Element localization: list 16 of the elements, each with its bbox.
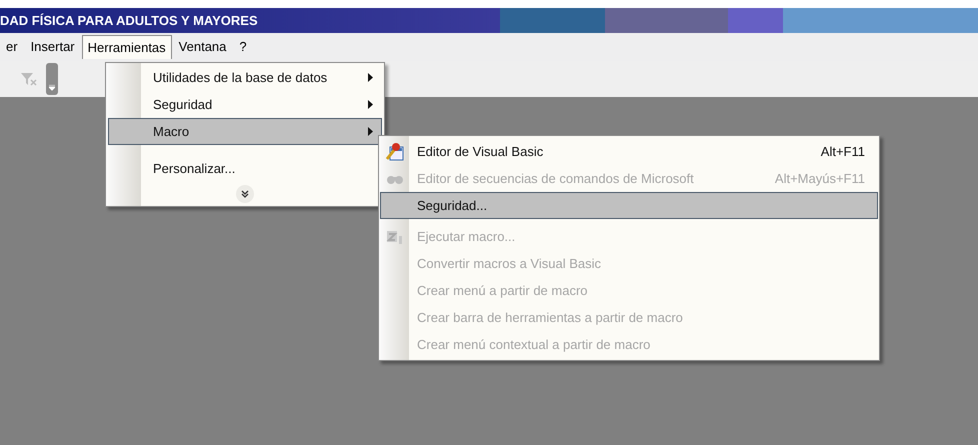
menu-item[interactable]: Macro [108,118,382,145]
menu-item[interactable]: Seguridad [108,91,382,118]
menu-item[interactable]: Ventana [172,34,232,60]
menu-item[interactable]: Personalizar... [108,155,382,182]
menu-item[interactable]: er [0,34,24,60]
window-title: DAD FÍSICA PARA ADULTOS Y MAYORES [0,12,258,30]
menu-item[interactable]: Editor de Visual Basic Alt+F11 [380,138,878,165]
menu-item[interactable]: Insertar [24,34,81,60]
menu-item[interactable]: Utilidades de la base de datos [108,64,382,91]
run-macro-icon [386,228,404,244]
menu-item[interactable]: ? [233,34,253,60]
editor-icon [385,142,405,162]
menu-item[interactable]: Herramientas [82,34,172,60]
menu-item[interactable]: Seguridad... [380,192,878,219]
expand-chevron-icon[interactable] [236,185,254,203]
toolbar-options-handle[interactable] [46,63,58,95]
